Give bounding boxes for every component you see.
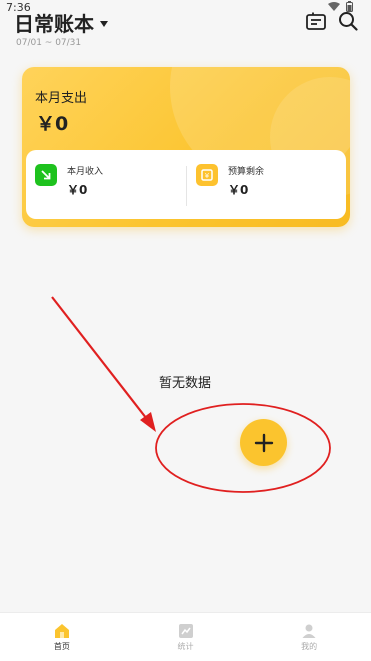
summary-card: 本月支出 ￥0 本月收入 ￥0 ¥ 预算剩余 ￥0: [22, 67, 350, 227]
add-record-button[interactable]: [240, 419, 287, 466]
stats-icon: [178, 623, 193, 638]
budget-value: ￥0: [228, 183, 249, 197]
divider: [186, 166, 187, 206]
svg-text:¥: ¥: [205, 172, 210, 180]
income-texts: 本月收入 ￥0: [67, 164, 103, 198]
bottom-tab-bar: 首页 统计 我的: [0, 612, 371, 661]
header-actions: [305, 10, 359, 32]
budget-item[interactable]: ¥ 预算剩余 ￥0: [196, 164, 264, 198]
tab-home-label: 首页: [53, 641, 70, 651]
profile-icon: [302, 624, 316, 638]
budget-texts: 预算剩余 ￥0: [228, 164, 264, 198]
budget-label: 预算剩余: [228, 167, 265, 177]
expense-value: ￥0: [36, 113, 69, 135]
annotation-arrow: [51, 296, 151, 424]
search-button[interactable]: [337, 10, 359, 32]
budget-icon: ¥: [196, 164, 218, 186]
date-range[interactable]: 07/01 ~ 07/31: [16, 38, 81, 48]
income-label: 本月收入: [67, 167, 104, 177]
tab-stats[interactable]: 统计: [124, 613, 248, 661]
tab-profile-label: 我的: [301, 641, 318, 651]
expense-label: 本月支出: [35, 91, 88, 106]
income-item[interactable]: 本月收入 ￥0: [35, 164, 103, 198]
plus-icon: [254, 433, 273, 452]
income-value: ￥0: [67, 183, 88, 197]
income-arrow-icon: [35, 164, 57, 186]
ledger-list-button[interactable]: [305, 10, 327, 32]
caret-down-icon: [100, 20, 108, 27]
annotation-arrowhead: [140, 412, 156, 432]
tab-profile[interactable]: 我的: [247, 613, 371, 661]
card-list-icon: [306, 12, 326, 30]
tab-stats-label: 统计: [177, 641, 194, 651]
home-icon: [54, 623, 69, 638]
search-icon: [339, 12, 358, 31]
tab-home[interactable]: 首页: [0, 613, 124, 661]
ledger-name: 日常账本: [14, 12, 94, 36]
ledger-selector[interactable]: 日常账本: [14, 8, 108, 37]
empty-message: 暂无数据: [159, 376, 212, 391]
summary-detail-panel: 本月收入 ￥0 ¥ 预算剩余 ￥0: [26, 150, 346, 219]
header: 日常账本: [14, 6, 359, 36]
